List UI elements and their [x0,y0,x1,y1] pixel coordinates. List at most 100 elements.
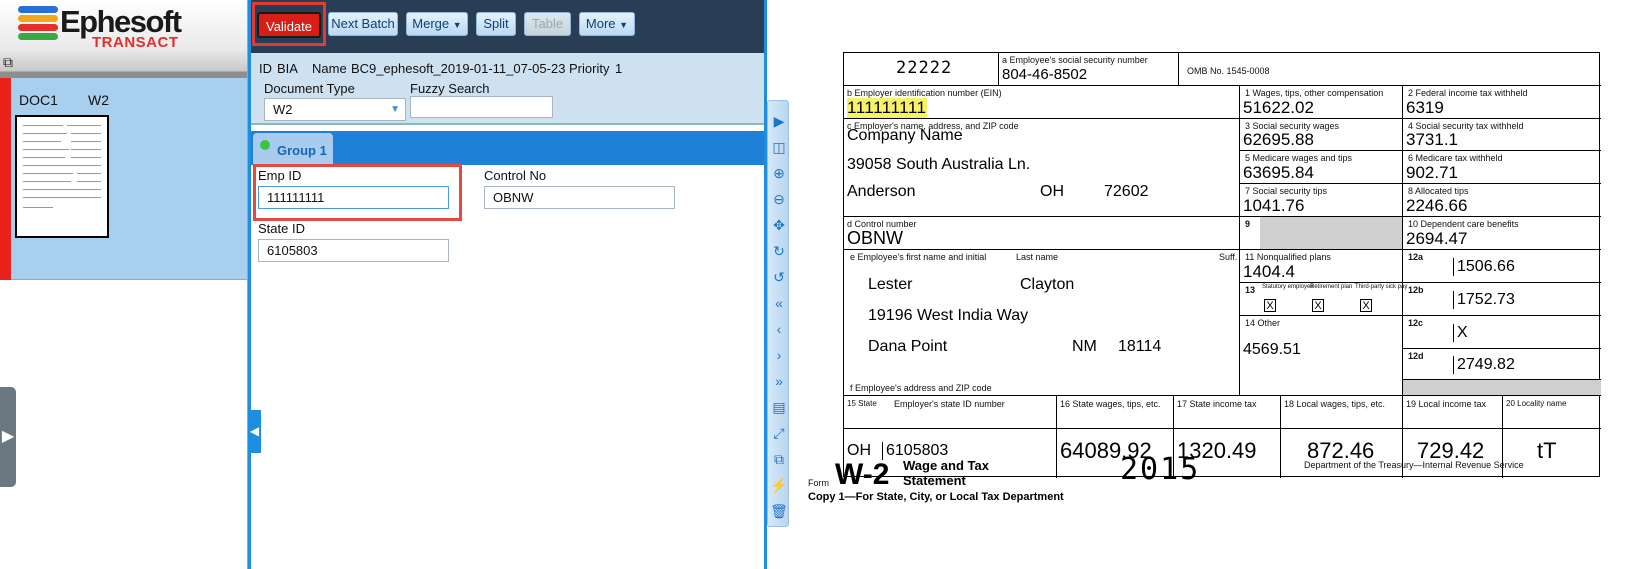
employee-city: Dana Point [868,338,948,355]
omb-box: OMB No. 1545-0008 [1179,53,1601,86]
fuzzy-search-label: Fuzzy Search [410,81,490,96]
box-4: 4 Social security tax withheld 3731.1 [1403,119,1601,151]
validate-button[interactable]: Validate [257,12,321,38]
logo-stripe-orange [18,15,58,22]
caret-down-icon: ▼ [452,20,462,30]
document-viewer: 22222 a Employee's social security numbe… [790,0,1641,569]
employer-zip: 72602 [1104,183,1149,200]
group-tab-bar: Group 1 [251,131,764,165]
box-4-value: 3731.1 [1406,130,1458,149]
retirement-plan-label: Retirement plan [1310,284,1353,290]
document-type-label: Document Type [264,81,355,96]
box-7-label: 7 Social security tips [1245,186,1328,196]
document-type: W2 [88,92,109,108]
box-9-label: 9 [1245,219,1251,229]
name-label: Name [312,61,347,76]
rotate-left-icon[interactable]: ↺ [768,267,790,287]
box-5-value: 63695.84 [1243,163,1314,182]
box-5: 5 Medicare wages and tips 63695.84 [1240,151,1403,184]
last-page-icon[interactable]: » [768,371,790,391]
collapse-panel-button[interactable]: ◀ [248,410,261,453]
box-13: 13 Statutory employee Retirement plan Th… [1240,283,1407,316]
box-15-label: 15 State [847,399,877,408]
form-title-line1: Wage and Tax [903,458,989,473]
plugin-icon[interactable]: ⚡ [768,475,790,495]
copy-designation: Copy 1—For State, City, or Local Tax Dep… [808,491,1064,503]
box-6-value: 902.71 [1406,163,1458,182]
suffix-label: Suff. [1219,252,1238,262]
control-number-value: OBNW [847,228,903,248]
tab-group-1[interactable]: Group 1 [253,133,333,165]
fuzzy-search-input[interactable] [410,96,553,118]
box-14-value: 4569.51 [1243,341,1301,358]
ssn-label: a Employee's social security number [1002,55,1148,65]
employer-state: OH [1040,183,1064,200]
document-type-value: W2 [273,102,293,117]
box-17-label: 17 State income tax [1177,399,1257,409]
error-indicator [0,78,11,280]
id-value: BIA [277,61,298,76]
more-label: More [585,16,616,31]
copy-icon[interactable]: ⧉ [3,54,19,70]
box-12b: 12b 1752.73 [1403,283,1601,316]
more-button[interactable]: More ▼ [579,12,635,36]
ssn-value: 804-46-8502 [1002,66,1088,83]
control-no-input[interactable]: OBNW [484,186,675,209]
document-type-select[interactable]: W2 ▼ [264,98,406,121]
batch-toolbar: ⧉ [0,52,247,72]
state-id-label: State ID [258,221,305,236]
ein-box: b Employer identification number (EIN) 1… [844,86,1240,119]
caret-down-icon: ▼ [390,104,400,115]
copy-icon[interactable]: ⧉ [768,449,790,469]
omb-number: OMB No. 1545-0008 [1187,66,1270,76]
batch-info: ID BIA Name BC9_ephesoft_2019-01-11_07-0… [251,53,764,125]
logo-stripe-red [18,24,58,31]
fit-icon[interactable]: ⤢ [768,423,790,443]
sick-pay-checkbox: X [1360,299,1372,312]
form-name: W-2 [835,458,890,491]
state-id-input[interactable]: 6105803 [258,239,449,262]
control-number-box: d Control number OBNW [844,217,1240,250]
document-icon[interactable]: ▤ [768,397,790,417]
box-2-label: 2 Federal income tax withheld [1408,88,1528,98]
last-name-label: Last name [1016,252,1059,262]
first-page-icon[interactable]: « [768,293,790,313]
previous-page-icon[interactable]: ‹ [768,319,790,339]
employee-zip: 18114 [1118,338,1162,355]
validation-toolbar: Validate Next Batch Merge ▼ Split Table … [251,0,764,53]
ein-label: b Employer identification number (EIN) [847,88,1002,98]
zoom-in-icon[interactable]: ⊕ [768,163,790,183]
box-12c: 12c X [1403,316,1601,349]
emp-id-input[interactable]: 111111111 [258,186,449,209]
next-batch-button[interactable]: Next Batch [328,12,398,36]
control-no-label: Control No [484,168,547,183]
box-12d-value: 2749.82 [1453,356,1515,374]
status-dot-icon [260,140,270,150]
form-word: Form [808,478,829,488]
box-8-value: 2246.66 [1406,196,1468,215]
box-12a: 12a 1506.66 [1403,250,1601,283]
expand-panel-button[interactable]: ▶ [0,387,16,487]
employer-box: c Employer's name, address, and ZIP code… [844,119,1240,217]
zoom-out-icon[interactable]: ⊖ [768,189,790,209]
box-5-label: 5 Medicare wages and tips [1245,153,1353,163]
merge-button[interactable]: Merge ▼ [406,12,468,36]
table-button[interactable]: Table [524,12,571,36]
caret-down-icon: ▼ [619,20,629,30]
logo-stripe-blue [18,6,58,13]
id-label: ID [259,61,272,76]
box-2-value: 6319 [1406,98,1444,117]
trash-icon[interactable]: 🗑 [768,501,790,521]
move-icon[interactable]: ✥ [768,215,790,235]
ssn-box: a Employee's social security number 804-… [999,53,1179,86]
document-thumbnail[interactable] [15,115,109,238]
emp-id-label: Emp ID [258,168,302,183]
split-view-icon[interactable]: ◫ [768,137,790,157]
play-icon[interactable]: ▶ [768,111,790,131]
rotate-right-icon[interactable]: ↻ [768,241,790,261]
shaded-area [1260,217,1402,249]
statutory-employee-label: Statutory employee [1262,284,1314,290]
retirement-checkbox: X [1312,299,1324,312]
split-button[interactable]: Split [476,12,516,36]
next-page-icon[interactable]: › [768,345,790,365]
